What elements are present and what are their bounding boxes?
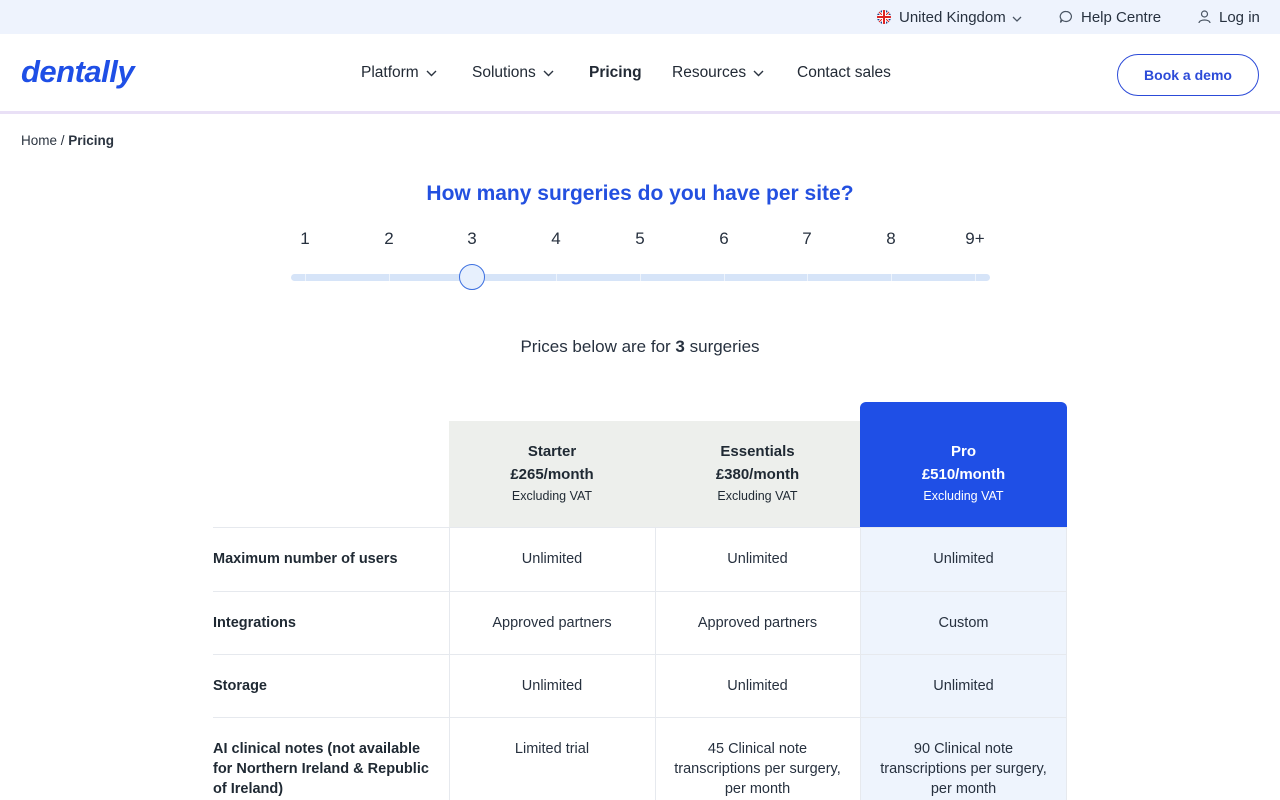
table-cell: Unlimited (521, 551, 583, 567)
main-nav: dentally Platform Solutions Pricing Reso… (0, 34, 1280, 114)
chevron-down-icon (1012, 9, 1022, 26)
nav-item-solutions[interactable]: Solutions (472, 64, 554, 82)
prices-note: Prices below are for 3 surgeries (0, 337, 1280, 357)
nav-item-label: Platform (361, 64, 419, 81)
plan-header-essentials: Essentials £380/month Excluding VAT (655, 421, 860, 527)
row-label-ai-clinical-notes: AI clinical notes (not available for Nor… (213, 741, 429, 797)
table-cell: Unlimited (727, 678, 788, 694)
prices-note-count: 3 (675, 337, 685, 356)
slider-label[interactable]: 9+ (955, 229, 995, 249)
surgeries-question: How many surgeries do you have per site? (426, 182, 854, 205)
chevron-down-icon (753, 64, 764, 82)
row-divider (213, 591, 1067, 592)
row-divider (213, 527, 1067, 528)
nav-item-label: Contact sales (797, 64, 891, 81)
dentally-logo[interactable]: dentally (21, 54, 135, 90)
row-divider (213, 717, 1067, 718)
plan-vat-note: Excluding VAT (717, 489, 798, 503)
table-cell: Unlimited (933, 551, 994, 567)
plan-price: £265/month (510, 466, 594, 483)
nav-item-contact-sales[interactable]: Contact sales (797, 64, 891, 82)
slider-label[interactable]: 3 (452, 229, 492, 249)
slider-label[interactable]: 2 (369, 229, 409, 249)
slider-label[interactable]: 7 (787, 229, 827, 249)
book-demo-button[interactable]: Book a demo (1117, 54, 1259, 96)
plan-header-starter: Starter £265/month Excluding VAT (449, 421, 655, 527)
region-selector[interactable]: United Kingdom (877, 0, 1022, 34)
prices-note-suffix: surgeries (684, 337, 760, 356)
table-cell: 90 Clinical note transcriptions per surg… (880, 741, 1047, 797)
region-label: United Kingdom (899, 8, 1006, 26)
row-label-integrations: Integrations (213, 615, 296, 631)
help-centre-label: Help Centre (1081, 8, 1162, 26)
slider-tick (556, 274, 557, 281)
utility-bar: United Kingdom Help Centre Log in (0, 0, 1280, 34)
chevron-down-icon (426, 64, 437, 82)
slider-tick (807, 274, 808, 281)
chat-bubble-icon (1059, 10, 1073, 24)
prices-note-prefix: Prices below are for (520, 337, 676, 356)
help-centre-link[interactable]: Help Centre (1059, 0, 1161, 34)
slider-label[interactable]: 6 (704, 229, 744, 249)
table-cell: Approved partners (697, 615, 818, 631)
nav-item-label: Resources (672, 64, 747, 81)
user-icon (1198, 10, 1211, 24)
table-cell: Custom (938, 615, 989, 631)
table-cell: Unlimited (727, 551, 788, 567)
plan-name: Pro (950, 443, 976, 460)
plan-header-pro: Pro £510/month Excluding VAT (860, 402, 1067, 527)
slider-label[interactable]: 4 (536, 229, 576, 249)
slider-tick (724, 274, 725, 281)
row-label-max-users: Maximum number of users (213, 551, 398, 567)
plan-vat-note: Excluding VAT (511, 489, 593, 503)
slider-labels: 1 2 3 4 5 6 7 8 9+ (0, 229, 1280, 251)
row-divider (213, 654, 1067, 655)
slider-tick (640, 274, 641, 281)
breadcrumb-home[interactable]: Home (21, 133, 57, 148)
plan-name: Starter (527, 443, 577, 460)
nav-item-pricing[interactable]: Pricing (589, 64, 642, 82)
table-cell: Limited trial (514, 741, 590, 757)
slider-tick (305, 274, 306, 281)
table-cell: Unlimited (521, 678, 583, 694)
nav-item-label: Solutions (472, 64, 536, 81)
table-cell: Approved partners (492, 615, 612, 631)
table-cell: 45 Clinical note transcriptions per surg… (674, 741, 841, 797)
nav-item-platform[interactable]: Platform (361, 64, 437, 82)
surgeries-slider-thumb[interactable] (459, 264, 485, 290)
nav-item-resources[interactable]: Resources (672, 64, 764, 82)
table-cell: Unlimited (933, 678, 994, 694)
slider-tick (891, 274, 892, 281)
slider-tick (975, 274, 976, 281)
slider-label[interactable]: 5 (620, 229, 660, 249)
plan-name: Essentials (720, 443, 795, 460)
uk-flag-icon (877, 10, 891, 24)
chevron-down-icon (543, 64, 554, 82)
plan-price: £380/month (715, 466, 800, 483)
breadcrumb: Home / Pricing (21, 133, 114, 148)
nav-item-label: Pricing (589, 64, 642, 81)
breadcrumb-separator: / (57, 133, 69, 148)
login-link[interactable]: Log in (1198, 0, 1260, 34)
plan-vat-note: Excluding VAT (923, 489, 1004, 503)
plan-price: £510/month (921, 466, 1006, 483)
slider-label[interactable]: 1 (285, 229, 325, 249)
slider-label[interactable]: 8 (871, 229, 911, 249)
row-label-storage: Storage (213, 678, 267, 694)
login-label: Log in (1219, 8, 1260, 26)
slider-tick (389, 274, 390, 281)
breadcrumb-current: Pricing (68, 133, 115, 148)
